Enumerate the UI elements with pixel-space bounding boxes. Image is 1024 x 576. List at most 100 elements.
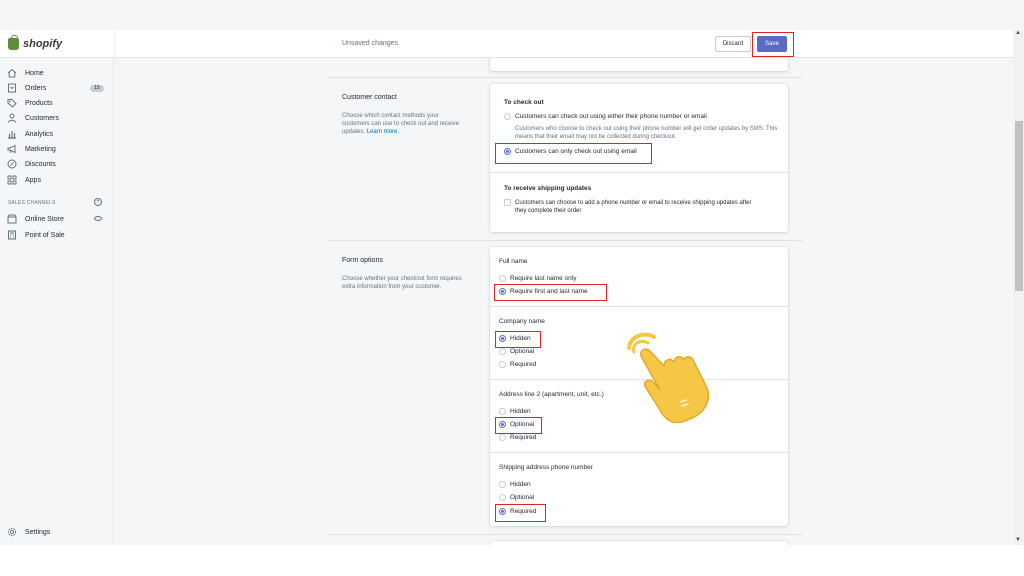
next-card-remnant [490,541,788,545]
option-label: Customers can check out using either the… [515,113,707,120]
orders-icon [7,83,17,93]
sidebar-item-apps[interactable]: Apps [7,174,41,186]
section-separator [327,534,803,535]
full-name-label: Full name [499,258,528,265]
company-name-label: Company name [499,318,545,325]
option-label: Optional [510,348,535,355]
bar-chart-icon [7,129,17,139]
description-text: Choose which contact methods your custom… [342,113,460,135]
option-label: Require last name only [510,275,577,282]
sidebar: Home Orders 15 Products Customers Analyt… [0,58,114,545]
sidebar-item-label: Products [25,99,53,107]
logo-text: shopify [23,38,63,50]
company-hidden-highlight-box [495,331,541,348]
tap-hand-icon [627,332,710,423]
option-label: Hidden [510,481,531,488]
home-icon [7,68,17,78]
person-icon [7,113,17,123]
radio-button[interactable] [499,348,506,355]
sidebar-item-label: Point of Sale [25,231,65,239]
scroll-down-arrow-icon[interactable]: ▼ [1015,537,1021,543]
radio-button[interactable] [499,408,506,415]
sidebar-item-orders[interactable]: Orders [7,82,46,94]
sidebar-item-settings[interactable]: Settings [7,526,50,538]
phone-required-highlight-box [495,504,546,522]
shopify-logo[interactable]: shopify [8,35,63,50]
view-store-eye-icon[interactable] [94,216,102,221]
checkout-phone-or-email-option[interactable]: Customers can check out using either the… [504,113,707,120]
tag-icon [7,98,17,108]
radio-button[interactable] [504,113,511,120]
save-highlight-box [752,32,794,57]
checkbox[interactable] [504,199,511,206]
radio-button[interactable] [499,275,506,282]
radio-button[interactable] [499,481,506,488]
shopify-bag-icon [8,35,19,50]
scroll-up-arrow-icon[interactable]: ▲ [1015,30,1021,36]
sidebar-item-label: Home [25,69,44,77]
address-line-2-option-hidden[interactable]: Hidden [499,408,531,415]
sidebar-item-label: Marketing [25,145,56,153]
sidebar-item-online-store[interactable]: Online Store [7,213,64,225]
company-name-option-optional[interactable]: Optional [499,348,534,355]
email-only-highlight-box [495,143,652,164]
sidebar-item-label: Customers [25,114,59,122]
shopify-admin: shopify Unsaved changes Discard Save Hom… [0,0,1024,545]
phone-checkout-help-text: Customers who choose to check out using … [515,126,778,140]
company-name-option-required[interactable]: Required [499,361,536,368]
form-options-description: Choose whether your checkout form requir… [342,276,462,290]
address-line-2-option-required[interactable]: Required [499,434,536,441]
gear-icon [7,527,17,537]
first-and-last-highlight-box [494,284,607,301]
option-label: Hidden [510,408,531,415]
orders-count-badge: 15 [90,85,104,92]
option-label: Required [510,434,537,441]
sidebar-item-products[interactable]: Products [7,97,53,109]
top-bar: shopify Unsaved changes Discard Save [0,30,1013,58]
sidebar-item-home[interactable]: Home [7,67,44,79]
discard-button[interactable]: Discard [715,36,751,52]
radio-button[interactable] [499,361,506,368]
to-check-out-heading: To check out [504,99,544,106]
section-separator [327,240,803,241]
vertical-scrollbar-thumb[interactable] [1015,121,1023,291]
radio-button[interactable] [499,434,506,441]
topbar-divider [114,30,115,58]
shipping-updates-option[interactable] [504,199,511,206]
discount-icon [7,159,17,169]
customer-contact-description: Choose which contact methods your custom… [342,112,468,136]
section-separator [327,77,803,78]
sidebar-item-label: Analytics [25,130,54,138]
sidebar-item-label: Discounts [25,160,56,168]
sidebar-item-analytics[interactable]: Analytics [7,128,53,140]
card-divider [490,452,788,453]
address-line-2-label: Address line 2 (apartment, unit, etc.) [499,391,604,398]
option-label: Optional [510,494,535,501]
sidebar-item-label: Orders [25,84,47,92]
learn-more-link[interactable]: Learn more. [367,129,399,135]
sidebar-item-customers[interactable]: Customers [7,112,59,124]
shipping-phone-option-hidden[interactable]: Hidden [499,481,531,488]
card-divider [490,172,788,173]
radio-button[interactable] [499,494,506,501]
sidebar-item-label: Settings [25,528,51,536]
full-name-option-last-only[interactable]: Require last name only [499,275,576,282]
pos-icon [7,230,17,240]
megaphone-icon [7,144,17,154]
store-icon [7,214,17,224]
sales-channels-heading: SALES CHANNELS [8,200,56,206]
shipping-phone-option-optional[interactable]: Optional [499,494,534,501]
sidebar-item-marketing[interactable]: Marketing [7,143,56,155]
sidebar-item-label: Apps [25,176,41,184]
sidebar-item-label: Online Store [25,215,64,223]
address-optional-highlight-box [495,417,542,434]
add-channel-icon[interactable]: + [94,198,102,206]
sidebar-item-point-of-sale[interactable]: Point of Sale [7,229,65,241]
sidebar-item-discounts[interactable]: Discounts [7,158,56,170]
shipping-updates-heading: To receive shipping updates [504,185,592,192]
unsaved-changes-label: Unsaved changes [342,40,399,47]
customer-contact-title: Customer contact [342,94,397,101]
card-divider [490,306,788,307]
shipping-updates-label: Customers can choose to add a phone numb… [515,200,752,214]
form-options-title: Form options [342,257,383,264]
